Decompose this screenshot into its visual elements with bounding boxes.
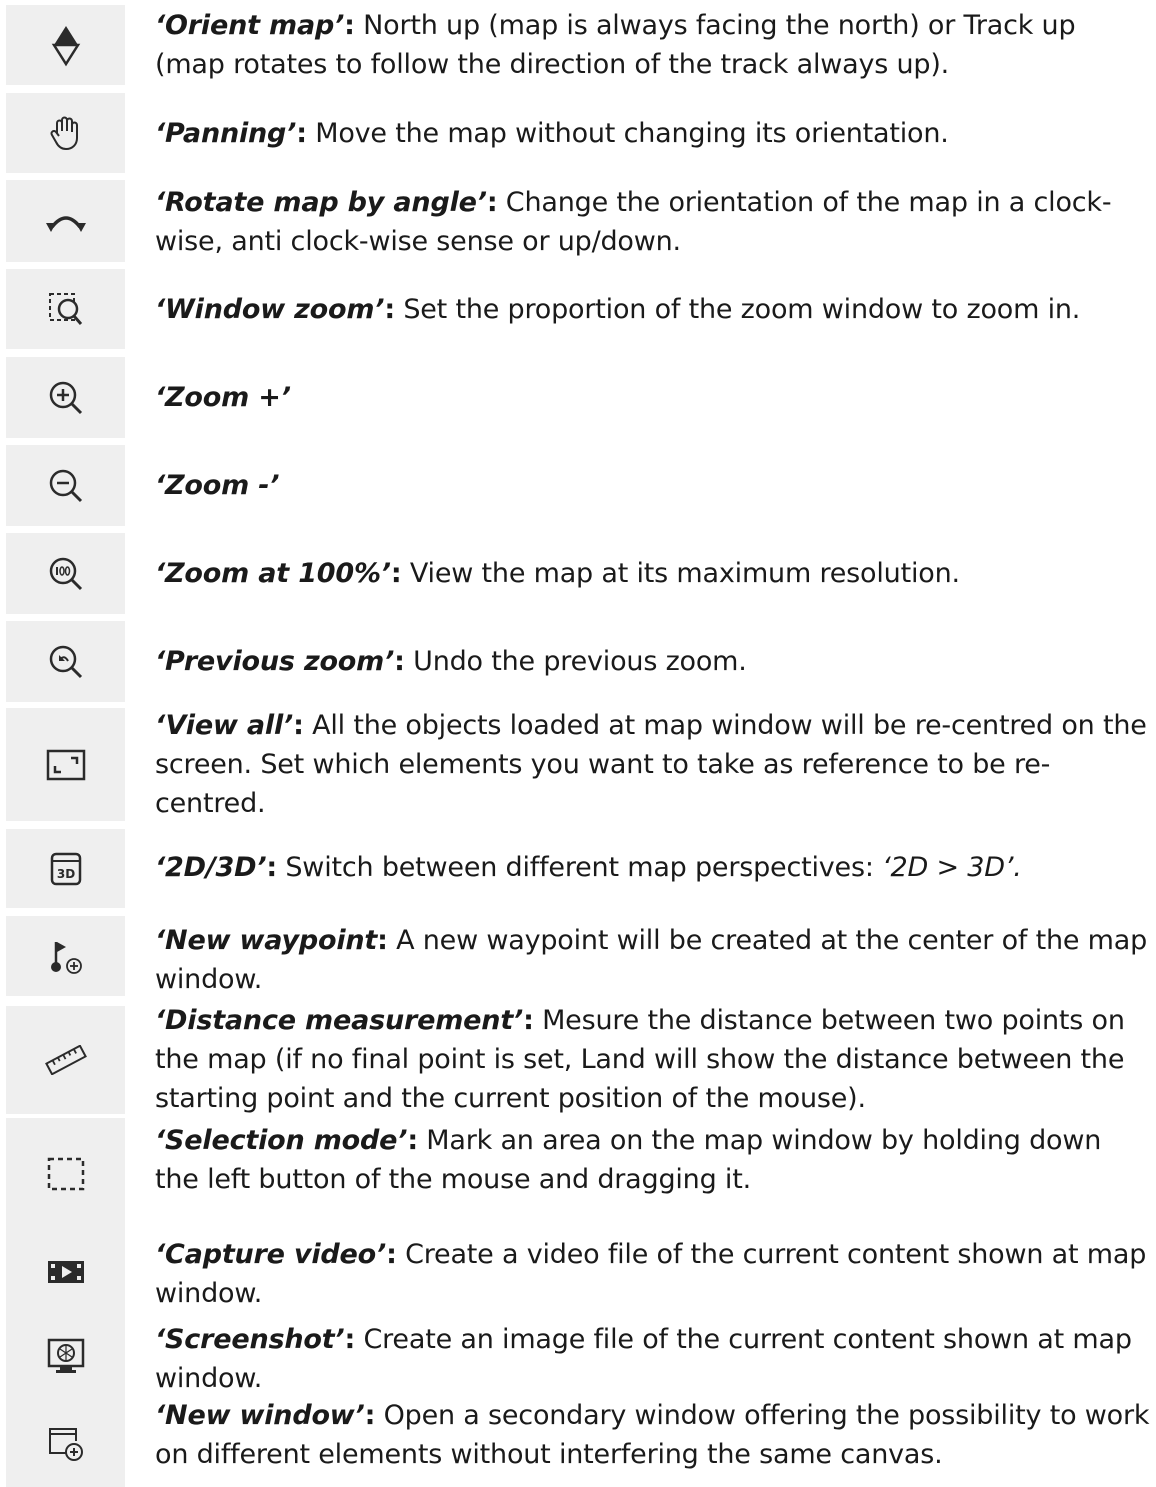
item-colon: : xyxy=(364,1400,376,1431)
item-desc: View the map at its maximum resolution. xyxy=(401,558,960,589)
zoom-out-button xyxy=(6,445,125,526)
distance-measurement-button xyxy=(6,1006,125,1114)
item-term: ‘Window zoom’ xyxy=(155,294,385,325)
orient-map-icon xyxy=(48,23,84,67)
new-waypoint-button xyxy=(6,916,125,996)
item-colon: : xyxy=(344,1324,356,1355)
new-window-button xyxy=(6,1398,125,1487)
new-window-icon xyxy=(46,1423,86,1463)
selection-mode-button xyxy=(6,1118,125,1229)
item-term: ‘Zoom at 100%’ xyxy=(155,558,391,589)
3d-icon: 3D xyxy=(50,852,82,886)
item-desc: All the objects loaded at map window wil… xyxy=(155,710,1147,819)
item-description: ‘Distance measurement’: Mesure the dista… xyxy=(155,1001,1150,1118)
item-term: ‘Selection mode’ xyxy=(155,1125,408,1156)
3d-button: 3D xyxy=(6,829,125,908)
item-colon: : xyxy=(486,187,498,218)
item-description: ‘New window’: Open a secondary window of… xyxy=(155,1396,1150,1474)
item-term: ‘Rotate map by angle’ xyxy=(155,187,487,218)
rotate-button xyxy=(6,180,125,262)
zoom-in-icon xyxy=(46,378,86,418)
item-term: ‘Distance measurement’ xyxy=(155,1005,524,1036)
item-description: ‘Zoom at 100%’: View the map at its maxi… xyxy=(155,554,1150,593)
item-description: ‘2D/3D’: Switch between different map pe… xyxy=(155,848,1150,887)
item-description: ‘Zoom -’ xyxy=(155,466,1150,505)
zoom-in-button xyxy=(6,357,125,438)
previous-zoom-button xyxy=(6,621,125,702)
item-desc: Move the map without changing its orient… xyxy=(306,118,949,149)
screenshot-button xyxy=(6,1314,125,1398)
zoom-100-button xyxy=(6,533,125,614)
item-term: ‘Capture video’ xyxy=(155,1239,387,1270)
item-colon: : xyxy=(386,1239,397,1270)
capture-video-button xyxy=(6,1229,125,1314)
item-desc: Undo the previous zoom. xyxy=(404,646,747,677)
item-description: ‘View all’: All the objects loaded at ma… xyxy=(155,706,1150,823)
item-description: ‘Selection mode’: Mark an area on the ma… xyxy=(155,1121,1150,1199)
selection-icon xyxy=(46,1156,86,1192)
new-waypoint-icon xyxy=(46,936,86,976)
window-zoom-icon xyxy=(46,289,86,329)
hand-icon xyxy=(46,113,86,153)
item-description: ‘Rotate map by angle’: Change the orient… xyxy=(155,183,1150,261)
item-term: ‘Previous zoom’ xyxy=(155,646,395,677)
item-term: ‘Zoom -’ xyxy=(155,470,280,501)
orient-map-button xyxy=(6,5,125,85)
item-term: ‘New window’ xyxy=(155,1400,365,1431)
item-description: ‘Screenshot’: Create an image file of th… xyxy=(155,1320,1150,1398)
view-all-icon xyxy=(46,749,86,781)
previous-zoom-icon xyxy=(46,642,86,682)
svg-text:3D: 3D xyxy=(56,867,74,881)
screenshot-icon xyxy=(46,1336,86,1376)
item-description: ‘Orient map’: North up (map is always fa… xyxy=(155,6,1150,84)
item-colon: : xyxy=(407,1125,418,1156)
item-term: ‘View all’ xyxy=(155,710,294,741)
item-description: ‘Zoom +’ xyxy=(155,378,1150,417)
item-term: ‘Panning’ xyxy=(155,118,297,149)
item-term: ‘Screenshot’ xyxy=(155,1324,345,1355)
item-description: ‘Panning’: Move the map without changing… xyxy=(155,114,1150,153)
item-term: ‘Orient map’ xyxy=(155,10,345,41)
item-term: ‘Zoom +’ xyxy=(155,382,291,413)
panning-button xyxy=(6,93,125,173)
item-colon: : xyxy=(394,646,405,677)
item-colon: : xyxy=(384,294,395,325)
item-colon: : xyxy=(296,118,307,149)
item-term: ‘2D/3D’ xyxy=(155,852,267,883)
rotate-icon xyxy=(44,207,88,235)
item-colon: : xyxy=(344,10,355,41)
item-colon: : xyxy=(266,852,277,883)
zoom-out-icon xyxy=(46,466,86,506)
window-zoom-button xyxy=(6,269,125,349)
item-description: ‘New waypoint: A new waypoint will be cr… xyxy=(155,921,1150,999)
item-extra: ‘2D > 3D’. xyxy=(882,852,1022,883)
item-colon: : xyxy=(377,925,388,956)
item-colon: : xyxy=(293,710,304,741)
item-term: ‘New waypoint xyxy=(155,925,378,956)
ruler-icon xyxy=(44,1045,88,1075)
zoom-100-icon xyxy=(46,554,86,594)
item-colon: : xyxy=(390,558,402,589)
item-description: ‘Capture video’: Create a video file of … xyxy=(155,1235,1150,1313)
item-desc: Set the proportion of the zoom window to… xyxy=(394,294,1081,325)
video-icon xyxy=(46,1257,86,1287)
item-description: ‘Window zoom’: Set the proportion of the… xyxy=(155,290,1150,329)
item-desc: Switch between different map perspective… xyxy=(276,852,883,883)
item-colon: : xyxy=(523,1005,534,1036)
item-description: ‘Previous zoom’: Undo the previous zoom. xyxy=(155,642,1150,681)
view-all-button xyxy=(6,708,125,821)
